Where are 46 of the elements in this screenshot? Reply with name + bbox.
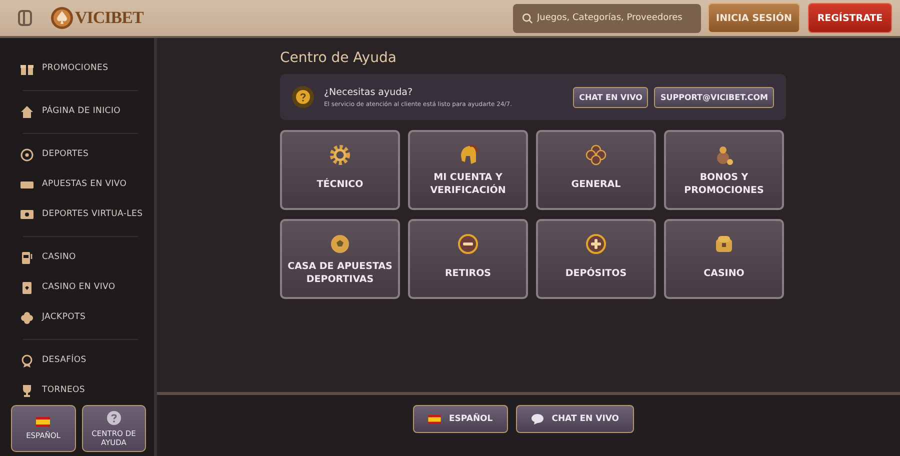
category-card[interactable]: RETIROS [408,219,528,299]
live-chat-button[interactable]: CHAT EN VIVO [573,86,648,108]
sidebar-item[interactable]: PÁGINA DE INICIO [20,97,154,127]
chat-bubble-icon [530,413,544,425]
sidebar-item[interactable]: DEPORTES VIRTUA-LES [20,200,154,230]
spain-flag-icon [428,414,441,424]
home-icon [20,105,34,119]
live-chat-button[interactable]: CHAT EN VIVO [516,405,634,433]
clover-icon [20,311,34,325]
category-card[interactable]: GENERAL [536,130,656,210]
sidebar-item[interactable]: APUESTAS EN VIVO [20,170,154,200]
spade-emblem-icon [50,6,74,30]
register-button[interactable]: REGÍSTRATE [808,3,892,33]
category-card[interactable]: CASINO [664,219,784,299]
plus-icon [585,233,607,255]
trophy-icon [20,384,34,398]
slot-machine-icon [20,251,34,265]
chest-icon [713,233,735,255]
category-card[interactable]: BONOS Y PROMOCIONES [664,130,784,210]
medal-icon [20,354,34,368]
login-button[interactable]: INICIA SESIÓN [708,3,800,33]
language-button[interactable]: ESPAÑOL [412,405,508,433]
category-card[interactable]: MI CUENTA Y VERIFICACIÓN [408,130,528,210]
sidebar-toggle-icon[interactable] [18,10,32,26]
sidebar-item[interactable]: DEPORTES [20,140,154,170]
support-email-button[interactable]: SUPPORT@VICIBET.COM [654,86,774,108]
question-icon [292,86,314,108]
banner-heading: ¿Necesitas ayuda? [324,86,414,98]
screen-icon [20,208,34,222]
sidebar-item[interactable]: TORNEOS [20,376,154,405]
minus-icon [457,233,479,255]
clover-icon [585,144,607,166]
page-title: Centro de Ayuda [280,49,398,68]
card-icon [20,281,34,295]
category-card[interactable]: DEPÓSITOS [536,219,656,299]
sidebar-item[interactable]: JACKPOTS [20,303,154,333]
sidebar-item[interactable]: CASINO [20,243,154,273]
logo-text[interactable]: VICIBET [75,8,144,28]
category-card[interactable]: CASA DE APUESTAS DEPORTIVAS [280,219,400,299]
sidebar-item[interactable]: CASINO EN VIVO [20,273,154,303]
category-card[interactable]: TÉCNICO [280,130,400,210]
sidebar-item[interactable]: DESAFÍOS [20,346,154,376]
gear-icon [329,144,351,166]
question-icon [106,410,121,424]
sidebar-item[interactable]: PROMOCIONES [20,54,154,84]
spain-flag-icon [36,417,50,427]
